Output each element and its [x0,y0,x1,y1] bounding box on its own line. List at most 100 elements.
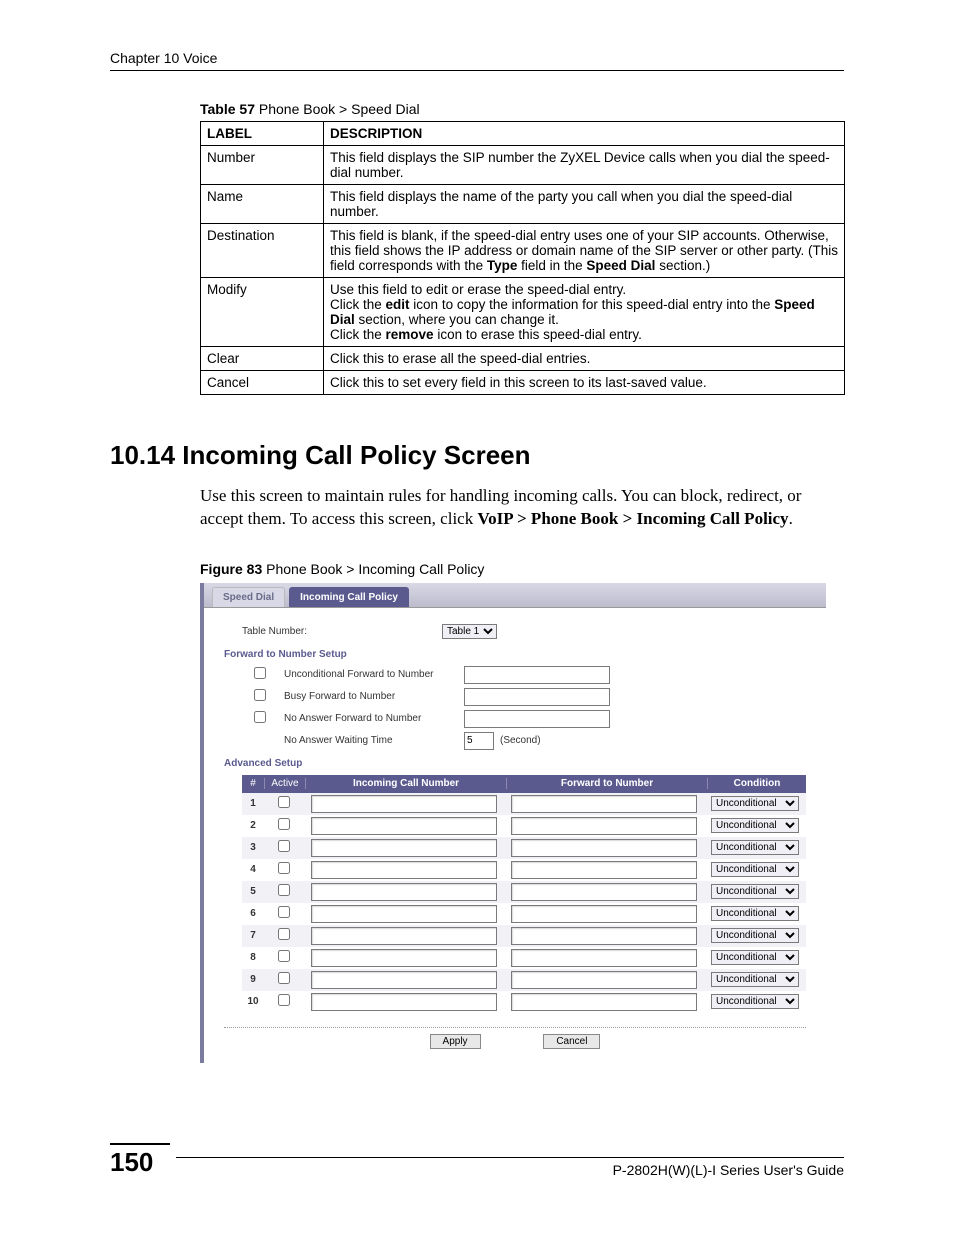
advanced-table-row: 10 Unconditional [242,991,806,1013]
table-row: Modify Use this field to edit or erase t… [201,278,845,347]
advanced-table-row: 3 Unconditional [242,837,806,859]
row-active-checkbox[interactable] [278,928,290,940]
noanswer-wait-label: No Answer Waiting Time [284,735,464,746]
table-row: Destination This field is blank, if the … [201,224,845,278]
table57: LABEL DESCRIPTION Number This field disp… [200,121,845,395]
advanced-table-row: 6 Unconditional [242,903,806,925]
row-number: 6 [242,908,264,919]
row-forward-number-input[interactable] [511,861,697,879]
row-active-checkbox[interactable] [278,994,290,1006]
tab-speed-dial[interactable]: Speed Dial [212,587,285,607]
table-row: Name This field displays the name of the… [201,185,845,224]
row-condition-select[interactable]: Unconditional [711,818,799,833]
table-number-label: Table Number: [242,626,442,637]
noanswer-forward-label: No Answer Forward to Number [284,713,464,724]
row-number: 5 [242,886,264,897]
figure-caption: Figure 83 Phone Book > Incoming Call Pol… [200,561,844,577]
advanced-table-row: 7 Unconditional [242,925,806,947]
screenshot-panel: Speed Dial Incoming Call Policy Table Nu… [200,583,826,1063]
unconditional-forward-label: Unconditional Forward to Number [284,669,464,680]
row-number: 7 [242,930,264,941]
row-incoming-number-input[interactable] [311,971,497,989]
row-active-checkbox[interactable] [278,884,290,896]
row-number: 9 [242,974,264,985]
row-number: 1 [242,798,264,809]
row-forward-number-input[interactable] [511,905,697,923]
row-forward-number-input[interactable] [511,817,697,835]
advanced-table-header: # Active Incoming Call Number Forward to… [242,775,806,793]
row-condition-select[interactable]: Unconditional [711,972,799,987]
noanswer-wait-unit: (Second) [500,735,541,746]
table57-head-label: LABEL [201,122,324,146]
noanswer-forward-checkbox[interactable] [254,711,266,723]
busy-forward-label: Busy Forward to Number [284,691,464,702]
guide-name: P-2802H(W)(L)-I Series User's Guide [176,1157,844,1178]
row-incoming-number-input[interactable] [311,795,497,813]
tab-incoming-call-policy[interactable]: Incoming Call Policy [289,587,409,607]
row-active-checkbox[interactable] [278,818,290,830]
chapter-header: Chapter 10 Voice [110,50,844,66]
row-active-checkbox[interactable] [278,862,290,874]
row-forward-number-input[interactable] [511,795,697,813]
noanswer-wait-input[interactable] [464,732,494,750]
row-forward-number-input[interactable] [511,971,697,989]
row-condition-select[interactable]: Unconditional [711,950,799,965]
row-incoming-number-input[interactable] [311,949,497,967]
header-rule [110,70,844,71]
row-condition-select[interactable]: Unconditional [711,906,799,921]
row-incoming-number-input[interactable] [311,839,497,857]
advanced-setup-title: Advanced Setup [224,758,806,769]
row-incoming-number-input[interactable] [311,927,497,945]
section-title: 10.14 Incoming Call Policy Screen [110,440,844,471]
advanced-table-row: 8 Unconditional [242,947,806,969]
row-active-checkbox[interactable] [278,906,290,918]
row-condition-select[interactable]: Unconditional [711,862,799,877]
row-active-checkbox[interactable] [278,950,290,962]
table57-head-desc: DESCRIPTION [324,122,845,146]
row-forward-number-input[interactable] [511,993,697,1011]
row-condition-select[interactable]: Unconditional [711,884,799,899]
row-forward-number-input[interactable] [511,949,697,967]
row-incoming-number-input[interactable] [311,861,497,879]
row-forward-number-input[interactable] [511,839,697,857]
cancel-button[interactable]: Cancel [543,1034,600,1049]
row-number: 8 [242,952,264,963]
busy-forward-checkbox[interactable] [254,689,266,701]
advanced-table-row: 4 Unconditional [242,859,806,881]
table-row: Clear Click this to erase all the speed-… [201,347,845,371]
table-row: Number This field displays the SIP numbe… [201,146,845,185]
page-number: 150 [110,1143,170,1178]
advanced-table-row: 1 Unconditional [242,793,806,815]
advanced-table-row: 9 Unconditional [242,969,806,991]
row-number: 2 [242,820,264,831]
section-body: Use this screen to maintain rules for ha… [200,485,844,531]
row-forward-number-input[interactable] [511,883,697,901]
row-condition-select[interactable]: Unconditional [711,840,799,855]
row-incoming-number-input[interactable] [311,883,497,901]
advanced-table-row: 2 Unconditional [242,815,806,837]
row-number: 10 [242,996,264,1007]
busy-forward-input[interactable] [464,688,610,706]
noanswer-forward-input[interactable] [464,710,610,728]
row-number: 4 [242,864,264,875]
row-incoming-number-input[interactable] [311,993,497,1011]
row-incoming-number-input[interactable] [311,905,497,923]
unconditional-forward-input[interactable] [464,666,610,684]
row-active-checkbox[interactable] [278,796,290,808]
row-active-checkbox[interactable] [278,972,290,984]
table-row: Cancel Click this to set every field in … [201,371,845,395]
apply-button[interactable]: Apply [430,1034,481,1049]
row-incoming-number-input[interactable] [311,817,497,835]
unconditional-forward-checkbox[interactable] [254,667,266,679]
row-condition-select[interactable]: Unconditional [711,928,799,943]
advanced-table-row: 5 Unconditional [242,881,806,903]
row-active-checkbox[interactable] [278,840,290,852]
row-condition-select[interactable]: Unconditional [711,796,799,811]
row-condition-select[interactable]: Unconditional [711,994,799,1009]
row-forward-number-input[interactable] [511,927,697,945]
tab-bar: Speed Dial Incoming Call Policy [204,583,826,608]
forward-setup-title: Forward to Number Setup [224,649,806,660]
row-number: 3 [242,842,264,853]
table-number-select[interactable]: Table 1 [442,624,497,639]
table57-caption: Table 57 Phone Book > Speed Dial [200,101,844,117]
